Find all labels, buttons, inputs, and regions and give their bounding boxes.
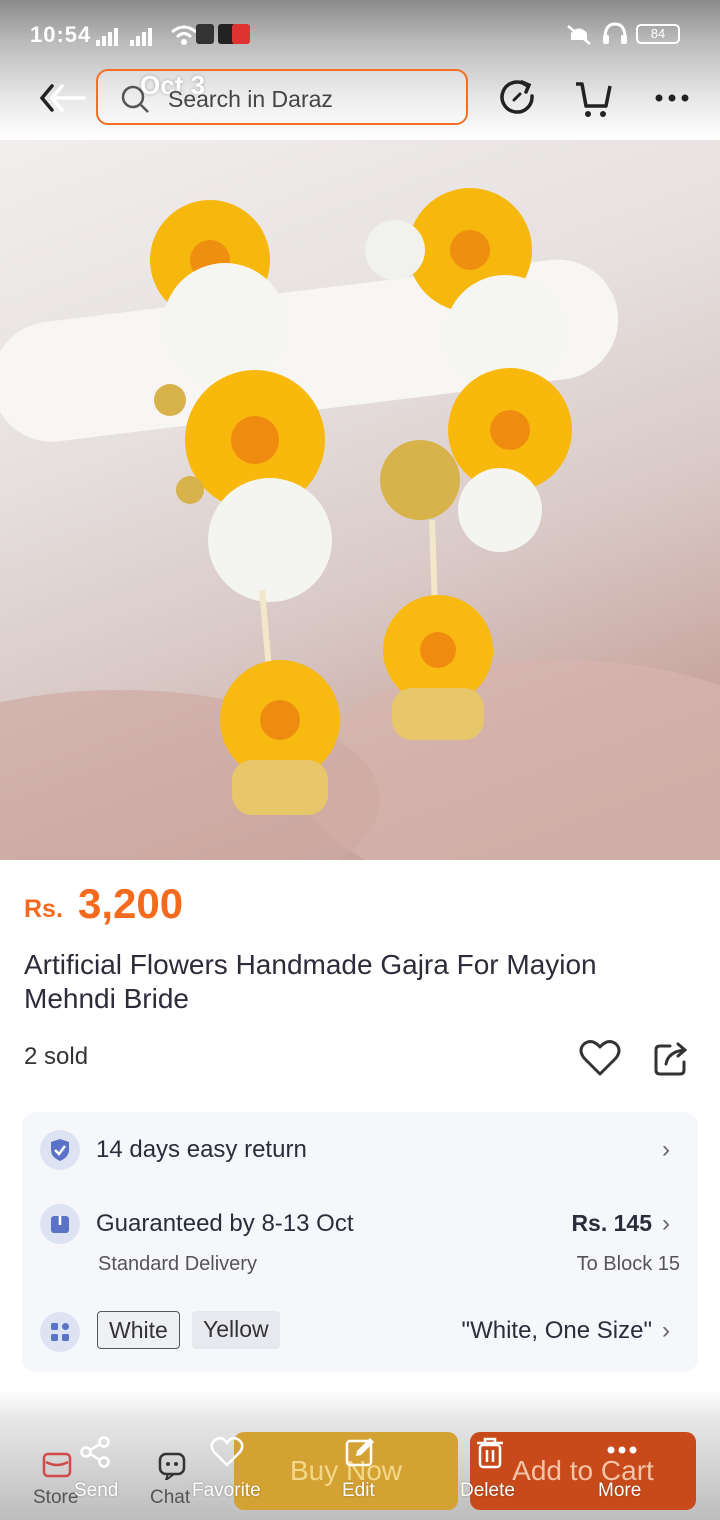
edit-label: Edit bbox=[342, 1480, 375, 1501]
delete-label: Delete bbox=[460, 1480, 515, 1501]
more-dots-icon bbox=[607, 1446, 637, 1454]
chevron-right-icon: › bbox=[662, 1317, 670, 1344]
delivery-type-text: Standard Delivery bbox=[98, 1253, 257, 1275]
delivery-box-icon bbox=[40, 1204, 80, 1244]
notification-icon bbox=[232, 24, 250, 44]
variants-grid-icon bbox=[40, 1312, 80, 1352]
heart-icon bbox=[210, 1436, 244, 1467]
store-label: Store bbox=[33, 1487, 79, 1508]
delivery-guarantee-text: Guaranteed by 8-13 Oct bbox=[96, 1210, 354, 1237]
trash-icon bbox=[477, 1437, 503, 1469]
search-bar[interactable]: Search in Daraz bbox=[96, 69, 468, 125]
chat-label: Chat bbox=[150, 1487, 191, 1508]
notification-icon bbox=[196, 24, 214, 44]
store-icon bbox=[42, 1452, 72, 1478]
signal-icon bbox=[96, 28, 152, 46]
product-title: Artificial Flowers Handmade Gajra For Ma… bbox=[24, 949, 597, 1014]
wifi-icon bbox=[171, 25, 197, 45]
more-action[interactable]: More bbox=[598, 1434, 648, 1504]
edit-icon bbox=[345, 1438, 374, 1467]
refresh-icon[interactable] bbox=[496, 76, 540, 120]
search-icon bbox=[121, 85, 149, 113]
variant-chip-white[interactable]: White bbox=[97, 1311, 180, 1349]
variant-chip-yellow[interactable]: Yellow bbox=[192, 1311, 280, 1349]
delivery-info-panel: 14 days easy return › Guaranteed by 8-13… bbox=[22, 1112, 698, 1372]
chevron-right-icon: › bbox=[662, 1136, 670, 1163]
more-options-icon[interactable] bbox=[650, 76, 694, 120]
product-image[interactable] bbox=[0, 140, 720, 860]
shield-check-icon bbox=[40, 1130, 80, 1170]
selected-variant-text: "White, One Size" bbox=[461, 1317, 652, 1344]
back-arrow-icon[interactable] bbox=[36, 76, 86, 120]
chat-icon bbox=[158, 1452, 186, 1480]
share-nodes-icon bbox=[80, 1436, 110, 1468]
battery-icon: 84 bbox=[636, 24, 680, 44]
price-value: 3,200 bbox=[78, 880, 184, 927]
delete-action[interactable]: Delete bbox=[460, 1434, 522, 1504]
favorite-action[interactable]: Favorite bbox=[192, 1434, 268, 1504]
send-action[interactable]: Send bbox=[74, 1434, 124, 1504]
sold-count: 2 sold bbox=[24, 1043, 89, 1070]
delivery-price: Rs. 145 bbox=[571, 1210, 652, 1236]
return-policy-text: 14 days easy return bbox=[96, 1136, 307, 1163]
mute-icon bbox=[567, 25, 591, 45]
price-currency: Rs. bbox=[24, 895, 63, 923]
search-placeholder: Search in Daraz bbox=[168, 86, 333, 112]
cart-icon[interactable] bbox=[572, 76, 616, 120]
status-bar: 10:54 84 Oct 3 2:14 PM bbox=[0, 0, 720, 125]
more-label: More bbox=[598, 1480, 642, 1501]
status-time: 10:54 bbox=[30, 22, 92, 47]
share-icon[interactable] bbox=[652, 1038, 692, 1078]
headset-icon bbox=[603, 22, 627, 44]
edit-action[interactable]: Edit bbox=[340, 1434, 384, 1504]
chevron-right-icon: › bbox=[662, 1210, 670, 1237]
wishlist-heart-icon[interactable] bbox=[578, 1038, 622, 1078]
favorite-label: Favorite bbox=[192, 1480, 261, 1501]
delivery-destination: To Block 15 bbox=[576, 1253, 680, 1275]
send-label: Send bbox=[74, 1480, 119, 1501]
